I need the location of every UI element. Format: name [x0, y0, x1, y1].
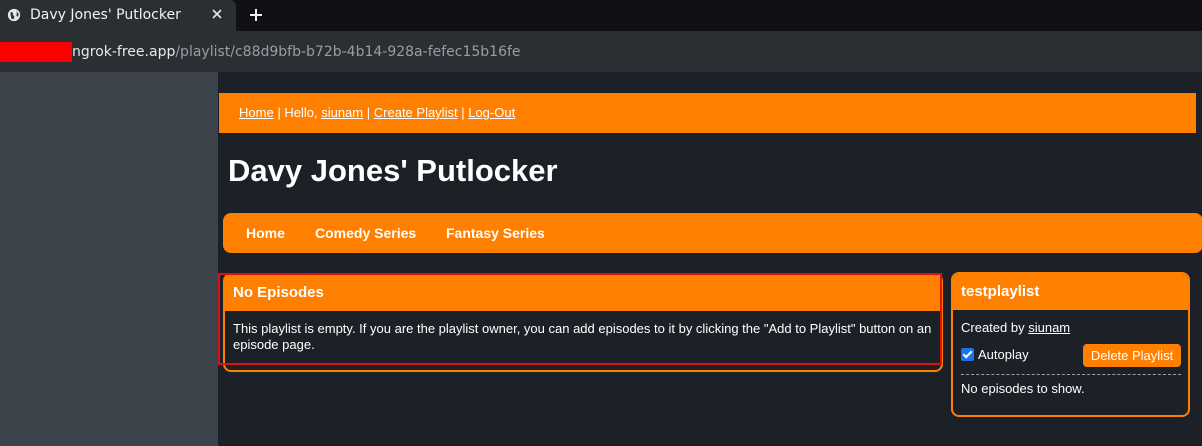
url-path: /playlist/c88d9bfb-b72b-4b14-928a-fefec1…: [175, 44, 521, 60]
main-nav: Home Comedy Series Fantasy Series: [223, 213, 1202, 253]
user-topbar: Home | Hello, siunam | Create Playlist |…: [219, 93, 1196, 133]
site-title: Davy Jones' Putlocker: [228, 153, 558, 188]
redacted-url-segment: [0, 42, 72, 62]
browser-tab[interactable]: Davy Jones' Putlocker: [0, 0, 236, 31]
divider: [961, 374, 1181, 375]
separator: |: [366, 105, 371, 120]
separator: |: [277, 105, 281, 120]
url-text[interactable]: ngrok-free.app/playlist/c88d9bfb-b72b-4b…: [72, 44, 521, 60]
logout-link[interactable]: Log-Out: [468, 105, 515, 120]
creator-link[interactable]: siunam: [1028, 320, 1070, 335]
home-link[interactable]: Home: [239, 105, 274, 120]
episodes-card: No Episodes This playlist is empty. If y…: [223, 273, 943, 372]
nav-item-comedy-series[interactable]: Comedy Series: [315, 225, 416, 241]
playlist-info-card: testplaylist Created by siunam Autoplay …: [951, 272, 1190, 417]
create-playlist-link[interactable]: Create Playlist: [374, 105, 458, 120]
close-icon[interactable]: [210, 7, 224, 21]
created-by-label: Created by: [961, 320, 1025, 335]
episodes-heading: No Episodes: [225, 275, 941, 311]
nav-item-fantasy-series[interactable]: Fantasy Series: [446, 225, 545, 241]
autoplay-checkbox[interactable]: [961, 348, 974, 361]
autoplay-toggle[interactable]: Autoplay: [961, 347, 1029, 362]
left-gutter: [0, 72, 218, 446]
hello-text: Hello,: [284, 105, 318, 120]
autoplay-label: Autoplay: [978, 347, 1029, 362]
tab-title: Davy Jones' Putlocker: [30, 7, 181, 23]
playlist-name: testplaylist: [953, 274, 1188, 310]
separator: |: [461, 105, 465, 120]
nav-item-home[interactable]: Home: [246, 225, 285, 241]
username-link[interactable]: siunam: [321, 105, 363, 120]
new-tab-plus-icon[interactable]: [248, 7, 264, 23]
globe-icon: [7, 8, 21, 22]
created-by: Created by siunam: [961, 320, 1070, 335]
browser-tab-bar: Davy Jones' Putlocker: [0, 0, 1202, 31]
no-episodes-text: No episodes to show.: [961, 381, 1085, 396]
delete-playlist-button[interactable]: Delete Playlist: [1083, 344, 1181, 367]
empty-playlist-message: This playlist is empty. If you are the p…: [233, 321, 932, 352]
url-host: ngrok-free.app: [72, 44, 176, 60]
